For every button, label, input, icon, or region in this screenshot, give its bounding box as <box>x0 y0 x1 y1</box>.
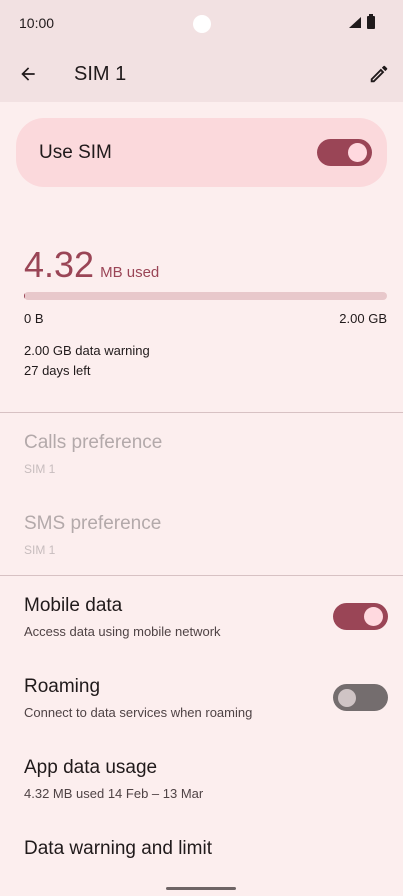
mobile-data-subtitle: Access data using mobile network <box>24 624 221 639</box>
roaming-title: Roaming <box>24 676 101 697</box>
divider <box>0 412 403 413</box>
toggle-knob <box>364 607 383 626</box>
calls-preference-title: Calls preference <box>24 432 163 453</box>
usage-progress-bar <box>24 292 387 300</box>
sms-preference-title: SMS preference <box>24 513 162 534</box>
edit-button[interactable] <box>365 60 393 88</box>
days-left-text: 27 days left <box>24 363 91 378</box>
toggle-knob <box>338 688 356 707</box>
signal-icon <box>349 17 361 28</box>
app-data-usage-subtitle: 4.32 MB used 14 Feb – 13 Mar <box>24 786 204 801</box>
toggle-knob <box>348 143 367 162</box>
status-bar: 10:00 <box>0 0 403 46</box>
usage-number: 4.32 <box>24 244 95 285</box>
app-data-usage-item[interactable]: App data usage 4.32 MB used 14 Feb – 13 … <box>0 757 403 837</box>
usage-min-label: 0 B <box>24 311 44 326</box>
sms-preference-value: SIM 1 <box>24 543 56 557</box>
sms-preference-item[interactable]: SMS preference SIM 1 <box>0 513 403 593</box>
mobile-data-title: Mobile data <box>24 595 123 616</box>
use-sim-toggle[interactable] <box>317 139 372 166</box>
battery-icon <box>367 14 375 29</box>
arrow-back-icon <box>21 67 35 81</box>
page-title: SIM 1 <box>74 63 127 85</box>
data-warning-limit-title: Data warning and limit <box>24 838 212 859</box>
data-warning-text: 2.00 GB data warning <box>24 343 150 358</box>
usage-progress-fill <box>24 292 25 300</box>
divider <box>0 575 403 576</box>
use-sim-card[interactable]: Use SIM <box>16 118 387 187</box>
calls-preference-item[interactable]: Calls preference SIM 1 <box>0 432 403 512</box>
mobile-data-item[interactable]: Mobile data Access data using mobile net… <box>0 595 403 675</box>
usage-amount: 4.32 MB used <box>24 244 159 286</box>
usage-unit: MB used <box>100 264 160 281</box>
calls-preference-value: SIM 1 <box>24 462 56 476</box>
use-sim-label: Use SIM <box>39 142 112 163</box>
status-time: 10:00 <box>19 15 55 31</box>
roaming-toggle[interactable] <box>333 684 388 711</box>
navigation-handle[interactable] <box>166 887 236 890</box>
data-warning-limit-item[interactable]: Data warning and limit <box>0 838 403 888</box>
app-bar: SIM 1 <box>0 46 403 102</box>
usage-max-label: 2.00 GB <box>339 311 387 326</box>
camera-cutout <box>193 15 211 33</box>
roaming-subtitle: Connect to data services when roaming <box>24 705 253 720</box>
pencil-icon <box>370 65 388 83</box>
mobile-data-toggle[interactable] <box>333 603 388 630</box>
roaming-item[interactable]: Roaming Connect to data services when ro… <box>0 676 403 756</box>
app-data-usage-title: App data usage <box>24 757 158 778</box>
back-button[interactable] <box>14 60 42 88</box>
